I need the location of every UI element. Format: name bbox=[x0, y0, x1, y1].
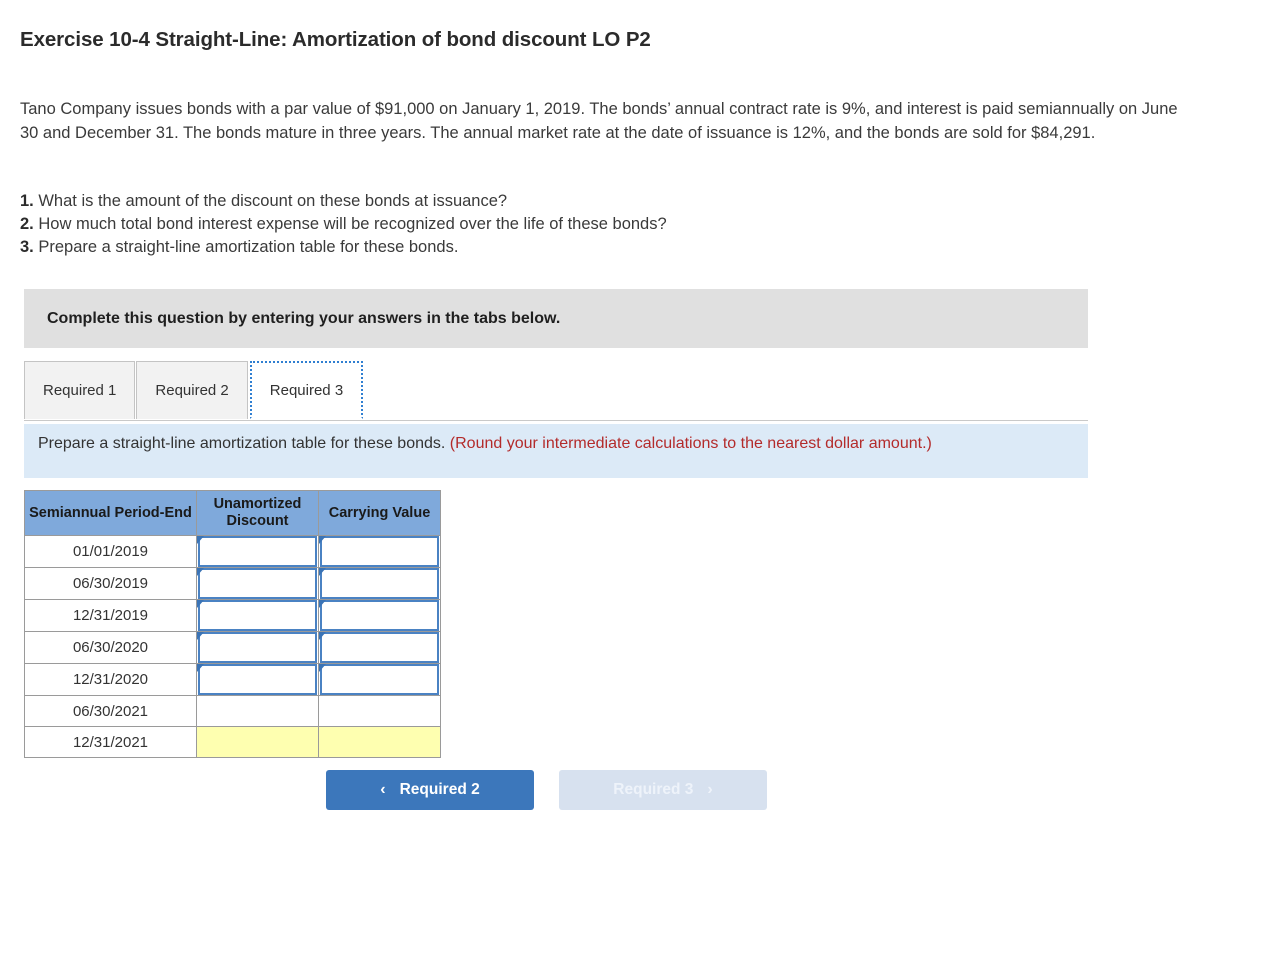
requirement-number: 2. bbox=[20, 215, 34, 233]
requirement-number: 1. bbox=[20, 192, 34, 210]
tab-label: Required 1 bbox=[43, 382, 117, 399]
discount-input-cell[interactable] bbox=[196, 599, 319, 632]
carrying-input-cell[interactable] bbox=[318, 567, 441, 600]
instruction-banner: Complete this question by entering your … bbox=[24, 289, 1088, 348]
requirement-text: How much total bond interest expense wil… bbox=[38, 215, 667, 233]
tab-bar: Required 1 Required 2 Required 3 bbox=[24, 361, 1088, 421]
requirement-item: 3. Prepare a straight-line amortization … bbox=[20, 236, 1020, 259]
discount-input-cell[interactable] bbox=[196, 567, 319, 600]
chevron-right-icon: › bbox=[707, 781, 713, 798]
table-header-row: Semiannual Period-End Unamortized Discou… bbox=[24, 490, 441, 536]
cell-marker-triangle-icon bbox=[197, 536, 204, 544]
cell-marker-triangle-icon bbox=[319, 568, 326, 576]
requirement-instruction-text: Prepare a straight-line amortization tab… bbox=[38, 435, 446, 452]
discount-blank-cell bbox=[196, 695, 319, 727]
carrying-input[interactable] bbox=[320, 632, 439, 663]
page-title: Exercise 10-4 Straight-Line: Amortizatio… bbox=[20, 28, 651, 51]
period-label: 06/30/2021 bbox=[24, 695, 197, 727]
cell-marker-triangle-icon bbox=[197, 568, 204, 576]
requirement-text: Prepare a straight-line amortization tab… bbox=[38, 238, 459, 256]
amortization-table: Semiannual Period-End Unamortized Discou… bbox=[24, 490, 441, 758]
discount-highlighted-cell bbox=[196, 726, 319, 758]
table-row: 12/31/2019 bbox=[24, 599, 441, 632]
cell-marker-triangle-icon bbox=[319, 600, 326, 608]
table-row: 06/30/2021 bbox=[24, 695, 441, 727]
period-label: 12/31/2020 bbox=[24, 663, 197, 696]
tab-required-2[interactable]: Required 2 bbox=[136, 361, 248, 419]
discount-input-cell[interactable] bbox=[196, 663, 319, 696]
requirements-list: 1. What is the amount of the discount on… bbox=[20, 190, 1020, 259]
carrying-input[interactable] bbox=[320, 536, 439, 567]
previous-required-label: Required 2 bbox=[399, 781, 480, 798]
table-row: 12/31/2021 bbox=[24, 726, 441, 758]
cell-marker-triangle-icon bbox=[319, 536, 326, 544]
cell-marker-triangle-icon bbox=[319, 664, 326, 672]
carrying-input[interactable] bbox=[320, 568, 439, 599]
period-label: 12/31/2021 bbox=[24, 726, 197, 758]
discount-input[interactable] bbox=[198, 568, 317, 599]
discount-input-cell[interactable] bbox=[196, 535, 319, 568]
table-row: 06/30/2020 bbox=[24, 631, 441, 664]
column-header-carrying-value: Carrying Value bbox=[318, 490, 441, 536]
discount-input[interactable] bbox=[198, 632, 317, 663]
column-header-unamortized-discount: Unamortized Discount bbox=[196, 490, 319, 536]
next-required-label: Required 3 bbox=[613, 781, 694, 798]
cell-marker-triangle-icon bbox=[319, 632, 326, 640]
carrying-blank-cell bbox=[318, 695, 441, 727]
carrying-input-cell[interactable] bbox=[318, 631, 441, 664]
carrying-input[interactable] bbox=[320, 664, 439, 695]
column-header-semiannual-period-end: Semiannual Period-End bbox=[24, 490, 197, 536]
carrying-input-cell[interactable] bbox=[318, 599, 441, 632]
requirement-item: 1. What is the amount of the discount on… bbox=[20, 190, 1020, 213]
carrying-highlighted-cell bbox=[318, 726, 441, 758]
instruction-banner-text: Complete this question by entering your … bbox=[47, 309, 561, 327]
exercise-page: Exercise 10-4 Straight-Line: Amortizatio… bbox=[0, 0, 1282, 979]
next-required-button[interactable]: Required 3 › bbox=[559, 770, 767, 810]
cell-marker-triangle-icon bbox=[197, 600, 204, 608]
previous-required-button[interactable]: ‹ Required 2 bbox=[326, 770, 534, 810]
requirement-instruction-warning: (Round your intermediate calculations to… bbox=[449, 435, 932, 452]
tab-required-1[interactable]: Required 1 bbox=[24, 361, 136, 419]
discount-input[interactable] bbox=[198, 536, 317, 567]
discount-input[interactable] bbox=[198, 664, 317, 695]
period-label: 01/01/2019 bbox=[24, 535, 197, 568]
discount-input[interactable] bbox=[198, 600, 317, 631]
requirement-instruction-panel: Prepare a straight-line amortization tab… bbox=[24, 424, 1088, 478]
carrying-input-cell[interactable] bbox=[318, 663, 441, 696]
navigation-buttons: ‹ Required 2 Required 3 › bbox=[326, 770, 767, 810]
period-label: 06/30/2020 bbox=[24, 631, 197, 664]
requirement-text: What is the amount of the discount on th… bbox=[38, 192, 508, 210]
carrying-input[interactable] bbox=[320, 600, 439, 631]
tab-bar-underline bbox=[24, 420, 1088, 421]
table-row: 12/31/2020 bbox=[24, 663, 441, 696]
discount-input-cell[interactable] bbox=[196, 631, 319, 664]
requirement-number: 3. bbox=[20, 238, 34, 256]
exercise-intro-text: Tano Company issues bonds with a par val… bbox=[20, 100, 1178, 142]
tab-required-3[interactable]: Required 3 bbox=[249, 361, 364, 419]
tab-label: Required 3 bbox=[269, 381, 344, 399]
cell-marker-triangle-icon bbox=[197, 664, 204, 672]
period-label: 06/30/2019 bbox=[24, 567, 197, 600]
tab-label: Required 2 bbox=[155, 382, 229, 399]
table-row: 01/01/2019 bbox=[24, 535, 441, 568]
chevron-left-icon: ‹ bbox=[380, 781, 386, 798]
requirement-item: 2. How much total bond interest expense … bbox=[20, 213, 1020, 236]
table-row: 06/30/2019 bbox=[24, 567, 441, 600]
period-label: 12/31/2019 bbox=[24, 599, 197, 632]
cell-marker-triangle-icon bbox=[197, 632, 204, 640]
carrying-input-cell[interactable] bbox=[318, 535, 441, 568]
